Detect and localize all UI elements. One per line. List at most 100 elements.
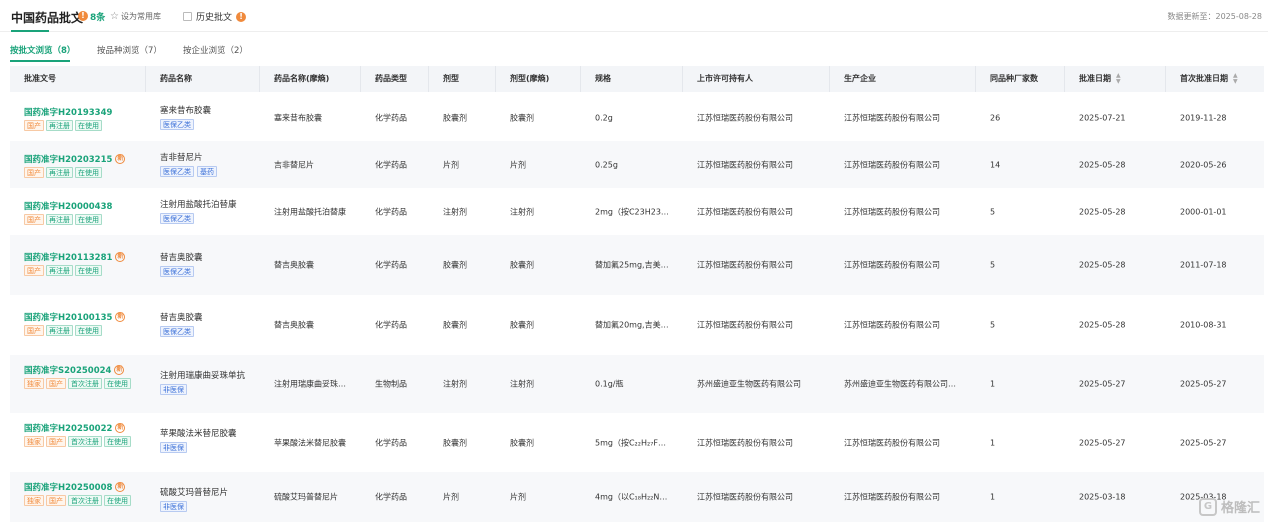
status-badge: 再注册 [46, 167, 73, 178]
cell-form: 胶囊剂 [443, 320, 467, 330]
table-row[interactable]: 国药准字S20250024 新独家 国产 首次注册 在使用 注射用瑞康曲妥珠单抗 非医保 注射… [10, 355, 1264, 413]
table-row[interactable]: 国药准字H20000438 国产 再注册 在使用 注射用盐酸托泊替康 医保乙类 注射用盐酸托… [10, 188, 1264, 235]
cell-holder: 江苏恒瑞医药股份有限公司 [697, 438, 793, 447]
cell-type: 化学药品 [375, 160, 407, 169]
status-tags: 国产 再注册 在使用 [24, 214, 134, 225]
sort-icon[interactable]: ▲ ▼ [1116, 72, 1121, 85]
cell-form-moshang: 胶囊剂 [510, 438, 534, 447]
status-badge: 独家 [24, 436, 44, 447]
cell-spec: 2mg（按C23H23… [595, 207, 669, 216]
insurance-tags: 非医保 [160, 442, 237, 453]
status-badge: 在使用 [104, 436, 131, 447]
cell-holder: 江苏恒瑞医药股份有限公司 [697, 113, 793, 122]
approval-number-link[interactable]: 国药准字H20203215 新 [24, 153, 134, 165]
insurance-badge: 医保乙类 [160, 326, 194, 337]
insurance-tags: 医保乙类 [160, 266, 203, 277]
cell-name-moshang: 注射用盐酸托泊替康 [274, 207, 346, 216]
col-header-maker[interactable]: 生产企业 [830, 66, 976, 92]
cell-name-moshang: 注射用瑞康曲妥珠… [274, 379, 346, 389]
drug-cell: 替吉奥胶囊 医保乙类 [160, 311, 203, 337]
history-checkbox[interactable] [183, 12, 192, 21]
history-toggle[interactable]: 历史批文 ! [183, 10, 247, 23]
col-header-first-date[interactable]: 首次批准日期 ▲ ▼ [1166, 66, 1264, 92]
approval-number-link[interactable]: 国药准字H20113281 新 [24, 251, 134, 263]
col-header-drug-moshang[interactable]: 药品名称(摩熵) [260, 66, 361, 92]
cell-form: 胶囊剂 [443, 260, 467, 270]
tab-by-company[interactable]: 按企业浏览（2） [183, 44, 248, 56]
cell-form: 片剂 [443, 492, 459, 502]
status-badge: 在使用 [104, 378, 131, 389]
cell-maker: 江苏恒瑞医药股份有限公司 [844, 438, 940, 447]
status-badge: 国产 [46, 436, 66, 447]
drug-cell: 吉非替尼片 医保乙类 基药 [160, 151, 217, 177]
drug-cell: 塞来昔布胶囊 医保乙类 [160, 104, 211, 130]
cell-makers-count: 5 [990, 207, 996, 216]
approval-number-link[interactable]: 国药准字H20000438 [24, 200, 134, 212]
info-icon[interactable]: ! [236, 11, 247, 22]
status-badge: 再注册 [46, 214, 73, 225]
cell-date: 2025-05-27 [1079, 379, 1126, 389]
col-header-holder[interactable]: 上市许可持有人 [683, 66, 830, 92]
info-icon[interactable]: ! [78, 11, 88, 21]
title-underline [11, 30, 49, 32]
insurance-badge: 医保乙类 [160, 119, 194, 130]
cell-maker: 苏州盛迪亚生物医药有限公司… [844, 379, 956, 389]
col-header-spec[interactable]: 规格 [581, 66, 683, 92]
divider [0, 31, 1268, 32]
record-count: 8条 [90, 13, 106, 23]
approval-number-link[interactable]: 国药准字S20250024 新 [24, 364, 134, 376]
status-badge: 首次注册 [68, 436, 102, 447]
cell-holder: 江苏恒瑞医药股份有限公司 [697, 320, 793, 330]
set-favorite-button[interactable]: ☆ 设为常用库 [110, 11, 161, 22]
approval-number-link[interactable]: 国药准字H20100135 新 [24, 311, 134, 323]
table-row[interactable]: 国药准字H20203215 新国产 再注册 在使用 吉非替尼片 医保乙类 基药 吉非替尼片 化学… [10, 141, 1264, 188]
cell-makers-count: 5 [990, 260, 996, 270]
cell-form-moshang: 胶囊剂 [510, 260, 534, 270]
history-label: 历史批文 [196, 13, 233, 23]
col-header-type[interactable]: 药品类型 [361, 66, 429, 92]
cell-spec: 5mg（按C₂₂H₂₇F… [595, 438, 666, 447]
table-row[interactable]: 国药准字H20113281 新国产 再注册 在使用 替吉奥胶囊 医保乙类 替吉奥胶囊 化学药品… [10, 235, 1264, 295]
tab-by-approval[interactable]: 按批文浏览（8） [10, 44, 75, 56]
table-row[interactable]: 国药准字H20250008 新独家 国产 首次注册 在使用 硫酸艾玛普替尼片 非医保 硫酸艾玛… [10, 472, 1264, 522]
logo-icon: G [1198, 497, 1217, 516]
cell-name-moshang: 苹果酸法米替尼胶囊 [274, 438, 346, 447]
cell-form-moshang: 注射剂 [510, 379, 534, 389]
cell-date: 2025-05-28 [1079, 160, 1126, 169]
approval-cell: 国药准字H20193349 国产 再注册 在使用 [24, 106, 134, 131]
insurance-badge: 基药 [197, 166, 217, 177]
cell-type: 化学药品 [375, 320, 407, 330]
drug-name: 苹果酸法米替尼胶囊 [160, 429, 237, 439]
status-tags: 独家 国产 首次注册 在使用 [24, 495, 134, 506]
cell-first-date: 2025-05-27 [1180, 438, 1227, 447]
approval-number-link[interactable]: 国药准字H20250022 新 [24, 422, 134, 434]
sort-icon[interactable]: ▲ ▼ [1233, 72, 1238, 85]
col-header-approval[interactable]: 批准文号 [10, 66, 146, 92]
col-header-form-moshang[interactable]: 剂型(摩熵) [496, 66, 581, 92]
cell-first-date: 2020-05-26 [1180, 160, 1227, 169]
col-header-drug[interactable]: 药品名称 [146, 66, 260, 92]
insurance-badge: 非医保 [160, 501, 187, 512]
approval-number-link[interactable]: 国药准字H20193349 [24, 106, 134, 118]
approval-number-link[interactable]: 国药准字H20250008 新 [24, 481, 134, 493]
top-bar: 中国药品批文 ! 8条 ☆ 设为常用库 历史批文 ! 数据更新至：2025-08… [0, 0, 1268, 32]
col-header-date[interactable]: 批准日期 ▲ ▼ [1065, 66, 1166, 92]
approval-cell: 国药准字H20250022 新独家 国产 首次注册 在使用 [24, 422, 134, 447]
col-header-makers-count[interactable]: 同品种厂家数 [976, 66, 1065, 92]
status-badge: 首次注册 [68, 378, 102, 389]
tab-by-variety[interactable]: 按品种浏览（7） [97, 44, 162, 56]
registered-icon: 新 [115, 482, 126, 492]
cell-date: 2025-03-18 [1079, 492, 1126, 502]
table-row[interactable]: 国药准字H20100135 新国产 再注册 在使用 替吉奥胶囊 医保乙类 替吉奥胶囊 化学药品… [10, 295, 1264, 355]
insurance-badge: 医保乙类 [160, 266, 194, 277]
registered-icon: 新 [115, 252, 126, 262]
drug-name: 注射用盐酸托泊替康 [160, 200, 237, 210]
drug-name: 塞来昔布胶囊 [160, 106, 212, 116]
status-badge: 在使用 [75, 120, 102, 131]
status-tags: 国产 再注册 在使用 [24, 325, 134, 336]
table-row[interactable]: 国药准字H20250022 新独家 国产 首次注册 在使用 苹果酸法米替尼胶囊 非医保 苹果酸… [10, 413, 1264, 472]
table-row[interactable]: 国药准字H20193349 国产 再注册 在使用 塞来昔布胶囊 医保乙类 塞来昔布胶囊 化学药… [10, 94, 1264, 141]
drug-cell: 替吉奥胶囊 医保乙类 [160, 251, 203, 277]
col-header-form[interactable]: 剂型 [429, 66, 496, 92]
cell-makers-count: 26 [990, 113, 1001, 122]
